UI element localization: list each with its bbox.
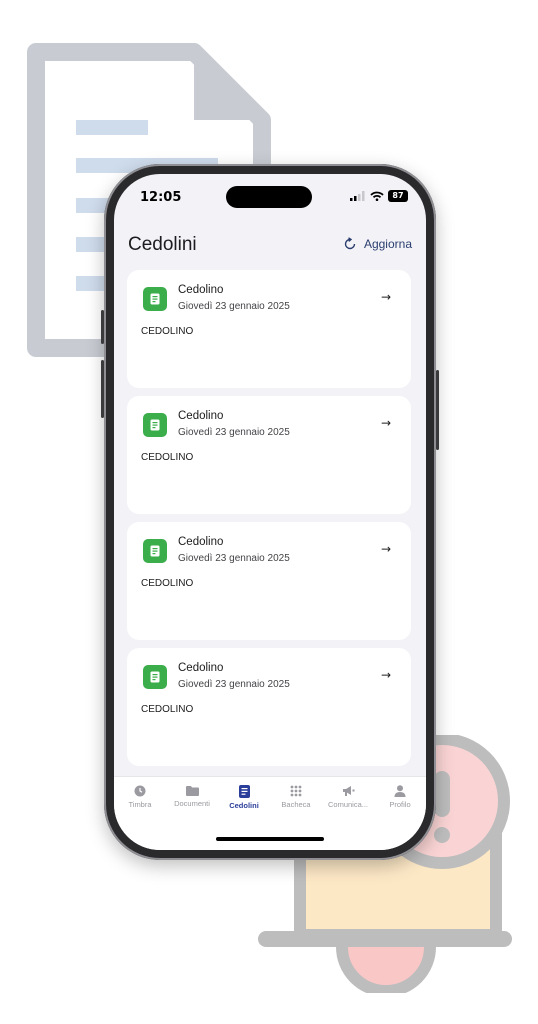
card-title: Cedolino (178, 662, 224, 674)
battery-indicator: 87 (388, 190, 408, 202)
page-header: Cedolini Aggiorna (128, 234, 412, 262)
card-description: CEDOLINO (141, 578, 194, 589)
page-title: Cedolini (128, 234, 197, 255)
tab-bacheca[interactable]: Bacheca (271, 785, 321, 809)
signal-icon (350, 191, 365, 201)
tab-label: Cedolini (229, 801, 259, 810)
tab-label: Bacheca (281, 800, 311, 809)
payslip-list: Cedolino Giovedì 23 gennaio 2025 → CEDOL… (127, 270, 411, 774)
document-icon (238, 785, 250, 798)
card-title: Cedolino (178, 410, 224, 422)
wifi-icon (370, 191, 384, 201)
home-indicator[interactable] (216, 837, 324, 841)
clock-icon (134, 785, 146, 797)
status-time: 12:05 (140, 190, 182, 205)
folder-icon (185, 786, 199, 796)
refresh-label: Aggiorna (363, 237, 412, 251)
tab-timbra[interactable]: Timbra (115, 785, 165, 809)
card-description: CEDOLINO (141, 452, 194, 463)
card-date: Giovedì 23 gennaio 2025 (178, 301, 290, 312)
tab-label: Timbra (128, 800, 152, 809)
refresh-button[interactable]: Aggiorna (343, 237, 412, 251)
bottom-tab-bar: Timbra Documenti Cedolini Bacheca Comuni… (114, 776, 426, 850)
arrow-right-icon[interactable]: → (381, 542, 391, 556)
tab-comunicazioni[interactable]: Comunica... (323, 785, 373, 809)
tab-profilo[interactable]: Profilo (375, 785, 425, 809)
payslip-icon (143, 287, 167, 311)
card-description: CEDOLINO (141, 326, 194, 337)
tab-documenti[interactable]: Documenti (167, 785, 217, 808)
refresh-icon (344, 237, 356, 250)
person-icon (394, 785, 406, 797)
phone-frame: 12:05 87 Cedolini Aggiorna Cedolino Giov… (101, 164, 439, 860)
card-date: Giovedì 23 gennaio 2025 (178, 427, 290, 438)
grid-icon (290, 785, 302, 797)
card-title: Cedolino (178, 284, 224, 296)
arrow-right-icon[interactable]: → (381, 668, 391, 682)
payslip-icon (143, 413, 167, 437)
app-screen: 12:05 87 Cedolini Aggiorna Cedolino Giov… (114, 174, 426, 850)
status-icons: 87 (350, 190, 408, 202)
megaphone-icon (342, 786, 354, 796)
payslip-card[interactable]: Cedolino Giovedì 23 gennaio 2025 → CEDOL… (127, 648, 411, 766)
arrow-right-icon[interactable]: → (381, 290, 391, 304)
status-bar: 12:05 87 (114, 174, 426, 218)
card-description: CEDOLINO (141, 704, 194, 715)
volume-button (101, 360, 104, 418)
tab-label: Documenti (174, 799, 210, 808)
volume-button (101, 310, 104, 344)
card-title: Cedolino (178, 536, 224, 548)
payslip-card[interactable]: Cedolino Giovedì 23 gennaio 2025 → CEDOL… (127, 270, 411, 388)
card-date: Giovedì 23 gennaio 2025 (178, 679, 290, 690)
payslip-icon (143, 539, 167, 563)
tab-label: Comunica... (327, 800, 369, 809)
card-date: Giovedì 23 gennaio 2025 (178, 553, 290, 564)
payslip-card[interactable]: Cedolino Giovedì 23 gennaio 2025 → CEDOL… (127, 522, 411, 640)
payslip-icon (143, 665, 167, 689)
tab-cedolini[interactable]: Cedolini (219, 785, 269, 810)
arrow-right-icon[interactable]: → (381, 416, 391, 430)
payslip-card[interactable]: Cedolino Giovedì 23 gennaio 2025 → CEDOL… (127, 396, 411, 514)
tab-label: Profilo (389, 800, 411, 809)
dynamic-island (226, 186, 312, 208)
power-button (436, 370, 439, 450)
